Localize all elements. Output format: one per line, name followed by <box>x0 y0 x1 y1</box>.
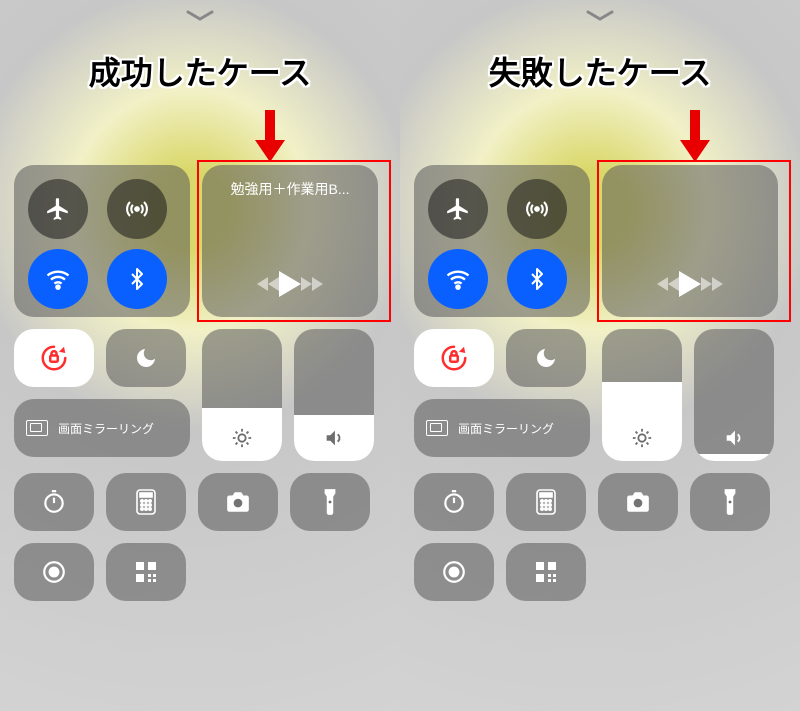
screen-record-button[interactable] <box>414 543 494 601</box>
rewind-icon[interactable] <box>657 277 679 291</box>
mirroring-icon <box>426 420 448 436</box>
control-center-grid: 画面ミラーリング <box>414 165 786 613</box>
play-icon[interactable] <box>279 271 301 297</box>
forward-icon[interactable] <box>701 277 723 291</box>
mirroring-icon <box>26 420 48 436</box>
volume-slider[interactable] <box>694 329 774 461</box>
airplane-mode-button[interactable] <box>28 179 88 239</box>
volume-icon <box>294 427 374 449</box>
mirroring-label: 画面ミラーリング <box>58 420 154 437</box>
screenshot-failure: 失敗したケース <box>400 0 800 711</box>
lock-rotation-button[interactable] <box>414 329 494 387</box>
cellular-button[interactable] <box>107 179 167 239</box>
brightness-slider[interactable] <box>602 329 682 461</box>
screen-record-button[interactable] <box>14 543 94 601</box>
qr-scan-button[interactable] <box>506 543 586 601</box>
now-playing-title: 勉強用＋作業用B... <box>230 179 349 197</box>
screen-mirroring-button[interactable]: 画面ミラーリング <box>414 399 590 457</box>
connectivity-group[interactable] <box>414 165 590 317</box>
do-not-disturb-button[interactable] <box>106 329 186 387</box>
media-controls[interactable]: 勉強用＋作業用B... <box>202 165 378 317</box>
control-center-grid: 勉強用＋作業用B... <box>14 165 386 613</box>
panel-title: 成功したケース <box>0 48 400 94</box>
wifi-button[interactable] <box>28 249 88 309</box>
lock-rotation-button[interactable] <box>14 329 94 387</box>
flashlight-button[interactable] <box>290 473 370 531</box>
collapse-chevron-icon[interactable] <box>400 10 800 22</box>
mirroring-label: 画面ミラーリング <box>458 420 554 437</box>
cellular-button[interactable] <box>507 179 567 239</box>
airplane-mode-button[interactable] <box>428 179 488 239</box>
screen-mirroring-button[interactable]: 画面ミラーリング <box>14 399 190 457</box>
connectivity-group[interactable] <box>14 165 190 317</box>
do-not-disturb-button[interactable] <box>506 329 586 387</box>
camera-button[interactable] <box>598 473 678 531</box>
brightness-icon <box>602 427 682 449</box>
brightness-slider[interactable] <box>202 329 282 461</box>
qr-scan-button[interactable] <box>106 543 186 601</box>
annotation-arrow-icon <box>255 110 285 162</box>
camera-button[interactable] <box>198 473 278 531</box>
bluetooth-button[interactable] <box>107 249 167 309</box>
volume-slider[interactable] <box>294 329 374 461</box>
flashlight-button[interactable] <box>690 473 770 531</box>
wifi-button[interactable] <box>428 249 488 309</box>
comparison-canvas: 成功したケース <box>0 0 800 711</box>
timer-button[interactable] <box>14 473 94 531</box>
volume-fill <box>694 454 774 461</box>
rewind-icon[interactable] <box>257 277 279 291</box>
collapse-chevron-icon[interactable] <box>0 10 400 22</box>
forward-icon[interactable] <box>301 277 323 291</box>
timer-button[interactable] <box>414 473 494 531</box>
brightness-fill <box>602 382 682 461</box>
calculator-button[interactable] <box>506 473 586 531</box>
panel-title: 失敗したケース <box>400 48 800 94</box>
media-controls[interactable] <box>602 165 778 317</box>
annotation-arrow-icon <box>680 110 710 162</box>
screenshot-success: 成功したケース <box>0 0 400 711</box>
bluetooth-button[interactable] <box>507 249 567 309</box>
play-icon[interactable] <box>679 271 701 297</box>
brightness-icon <box>202 427 282 449</box>
calculator-button[interactable] <box>106 473 186 531</box>
volume-icon <box>694 427 774 449</box>
